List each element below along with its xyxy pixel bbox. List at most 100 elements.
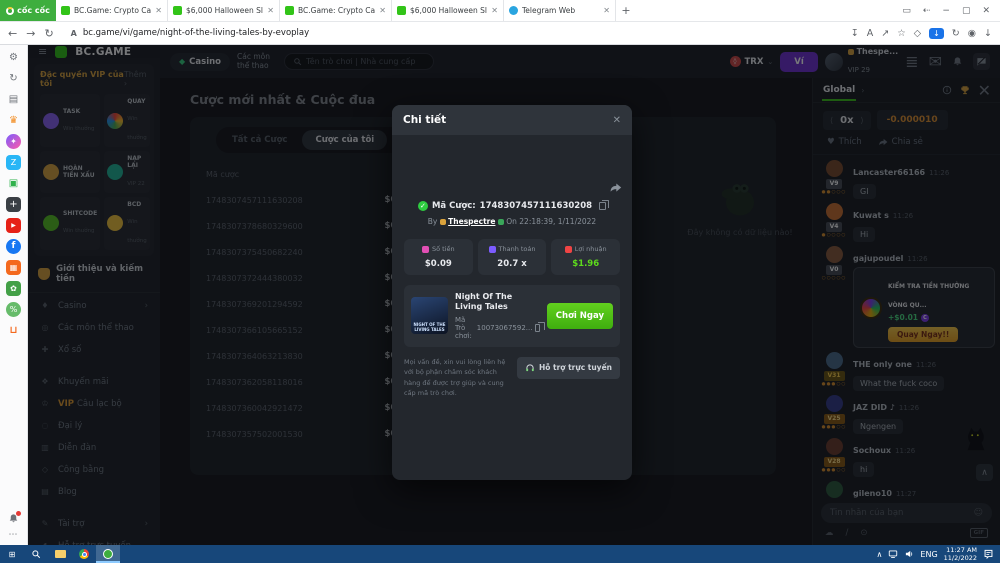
windows-taskbar: ⊞ ∧ ENG 11:27 AM11/2/2022	[0, 545, 1000, 563]
tab-favicon	[509, 6, 518, 15]
copy-icon[interactable]	[535, 324, 539, 332]
bet-details-modal: Chi tiết ✕ ✓ Mã Cược: 174830745711163020…	[392, 105, 632, 480]
url-box[interactable]: A bc.game/vi/game/night-of-the-living-ta…	[63, 26, 842, 40]
network-icon[interactable]	[888, 549, 898, 559]
maximize-button[interactable]: ▢	[962, 6, 971, 16]
bcgame-site: ≡ BC.GAME Đặc quyền VIP của tôi Thêm › T…	[28, 45, 1000, 545]
browser-sidebar-icon[interactable]: +	[6, 197, 21, 212]
tray-expand-icon[interactable]: ∧	[877, 550, 883, 559]
translate-icon[interactable]: A	[867, 28, 874, 39]
browser-sidebar-icon[interactable]: ↻	[6, 71, 21, 86]
game-thumbnail[interactable]: NIGHT OF THE LIVING TALES	[411, 297, 448, 334]
file-explorer-icon[interactable]	[48, 545, 72, 563]
bettor-username[interactable]: Thespectre	[448, 217, 495, 226]
close-window-button[interactable]: ✕	[982, 6, 990, 16]
stat-value: $1.96	[553, 259, 618, 269]
shield-icon[interactable]: ◇	[914, 28, 921, 39]
game-id-label: Mã Trò chơi:	[455, 316, 475, 340]
copy-icon[interactable]	[599, 202, 606, 210]
new-tab-button[interactable]: +	[616, 0, 636, 21]
stat-label: Lợi nhuận	[575, 245, 607, 253]
notification-dot	[16, 511, 21, 516]
download-button[interactable]: ↓	[929, 28, 944, 39]
live-support-button[interactable]: Hỗ trợ trực tuyến	[517, 357, 620, 379]
close-modal-icon[interactable]: ✕	[613, 115, 621, 126]
tab-title: BC.Game: Crypto Casino Gan	[74, 6, 151, 15]
browser-sidebar-icon[interactable]: %	[6, 302, 21, 317]
browser-sidebar-icon[interactable]: f	[6, 239, 21, 254]
speaker-icon[interactable]	[904, 549, 914, 559]
site-security-icon[interactable]: A	[71, 29, 77, 38]
browser-sidebar-icon[interactable]: ▣	[6, 176, 21, 191]
share-icon[interactable]: ↗	[881, 28, 889, 39]
stat-label: Thanh toán	[499, 245, 536, 253]
tab-close-icon[interactable]: ✕	[155, 6, 162, 15]
minimize-button[interactable]: −	[942, 6, 950, 16]
language-indicator[interactable]: ENG	[920, 550, 937, 559]
tab-favicon	[61, 6, 70, 15]
bet-id-label: Mã Cược:	[432, 201, 476, 211]
profile-icon[interactable]: ◉	[968, 28, 976, 39]
action-center-icon[interactable]	[983, 549, 994, 560]
taskbar-search-icon[interactable]	[24, 545, 48, 563]
support-note: Mọi vấn đề, xin vui lòng liên hệ với bộ …	[404, 357, 509, 399]
downloads-tray-icon[interactable]: ↓	[984, 28, 992, 39]
tab-send-icon[interactable]: ⇠	[923, 6, 931, 16]
tab-close-icon[interactable]: ✕	[491, 6, 498, 15]
browser-sidebar-icon[interactable]: ⊔	[6, 323, 21, 338]
browser-tab[interactable]: Telegram Web ✕	[504, 0, 616, 21]
tab-favicon	[397, 6, 406, 15]
stat-icon	[489, 246, 496, 253]
coccoc-cup-icon	[6, 7, 14, 15]
verified-icon: ✓	[418, 201, 428, 211]
game-name: Night Of The Living Tales	[455, 292, 540, 313]
browser-sidebar-icon[interactable]: ♛	[6, 113, 21, 128]
forward-button[interactable]: →	[26, 27, 35, 40]
browser-sidebar-icon[interactable]: ✦	[6, 134, 21, 149]
tab-title: $6,000 Halloween Slot Battle	[410, 6, 487, 15]
headset-icon	[525, 363, 535, 373]
browser-tab[interactable]: BC.Game: Crypto Casino Gan ✕	[280, 0, 392, 21]
notifications-bell-icon[interactable]	[8, 513, 19, 524]
tab-close-icon[interactable]: ✕	[267, 6, 274, 15]
start-button[interactable]: ⊞	[0, 545, 24, 563]
play-now-button[interactable]: Chơi Ngay	[547, 303, 613, 329]
browser-sidebar-icon[interactable]: ▦	[6, 260, 21, 275]
browser-sidebar-icon[interactable]: Z	[6, 155, 21, 170]
save-page-icon[interactable]: ↧	[851, 28, 859, 39]
clock[interactable]: 11:27 AM11/2/2022	[944, 546, 977, 562]
url-text: bc.game/vi/game/night-of-the-living-tale…	[83, 28, 309, 38]
chrome-icon[interactable]	[72, 545, 96, 563]
tab-title: $6,000 Halloween Slot Battle	[186, 6, 263, 15]
browser-sidebar-icon[interactable]: ✿	[6, 281, 21, 296]
tab-close-icon[interactable]: ✕	[379, 6, 386, 15]
browser-sidebar-icon[interactable]: ▶	[6, 218, 21, 233]
bookmark-star-icon[interactable]: ☆	[897, 28, 906, 39]
modal-title: Chi tiết	[403, 114, 613, 126]
screen: cốc cốc BC.Game: Crypto Casino Gan ✕ $6,…	[0, 0, 1000, 563]
crocodile-emoji-icon	[498, 219, 504, 225]
browser-tab[interactable]: $6,000 Halloween Slot Battle ✕	[168, 0, 280, 21]
tab-title: BC.Game: Crypto Casino Gan	[298, 6, 375, 15]
sync-icon[interactable]: ↻	[952, 28, 960, 39]
more-options-icon[interactable]: ⋯	[9, 530, 19, 540]
bet-id-value: 1748307457111630208	[480, 201, 592, 211]
stat-value: 20.7 x	[480, 259, 545, 269]
game-id-value: 10073067592...	[477, 324, 533, 332]
tab-preview-icon[interactable]: ▭	[902, 6, 911, 16]
reload-button[interactable]: ↻	[44, 27, 53, 40]
address-bar: ← → ↻ A bc.game/vi/game/night-of-the-liv…	[0, 22, 1000, 45]
stat-card: Lợi nhuận $1.96	[551, 239, 620, 275]
coccoc-taskbar-icon[interactable]	[96, 545, 120, 563]
back-button[interactable]: ←	[8, 27, 17, 40]
tab-close-icon[interactable]: ✕	[603, 6, 610, 15]
on-label: On	[506, 217, 517, 226]
browser-tab[interactable]: $6,000 Halloween Slot Battle ✕	[392, 0, 504, 21]
browser-sidebar: ⚙ ↻ ▤ ♛ ✦ Z ▣ + ▶ f ▦ ✿% ⊔ ⋯	[0, 45, 28, 545]
share-bet-icon[interactable]	[609, 181, 622, 194]
tab-favicon	[285, 6, 294, 15]
browser-tab[interactable]: BC.Game: Crypto Casino Gan ✕	[56, 0, 168, 21]
coccoc-logo[interactable]: cốc cốc	[0, 0, 56, 21]
browser-sidebar-icon[interactable]: ▤	[6, 92, 21, 107]
browser-sidebar-icon[interactable]: ⚙	[6, 50, 21, 65]
